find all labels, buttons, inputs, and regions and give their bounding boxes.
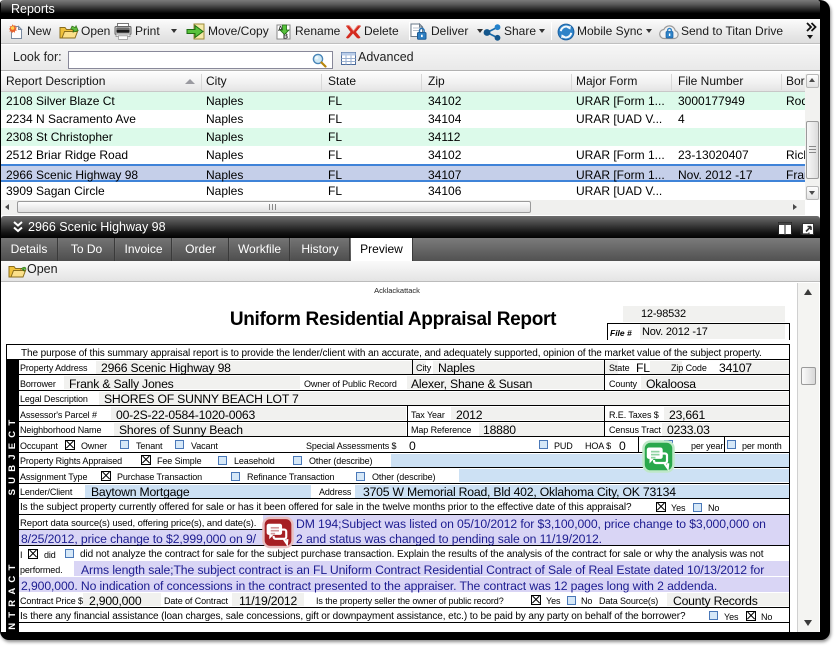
svg-text:SUBJECT: SUBJECT xyxy=(7,415,18,496)
svg-text:B: B xyxy=(283,34,288,41)
svg-text:CONTRACT: CONTRACT xyxy=(7,560,18,632)
